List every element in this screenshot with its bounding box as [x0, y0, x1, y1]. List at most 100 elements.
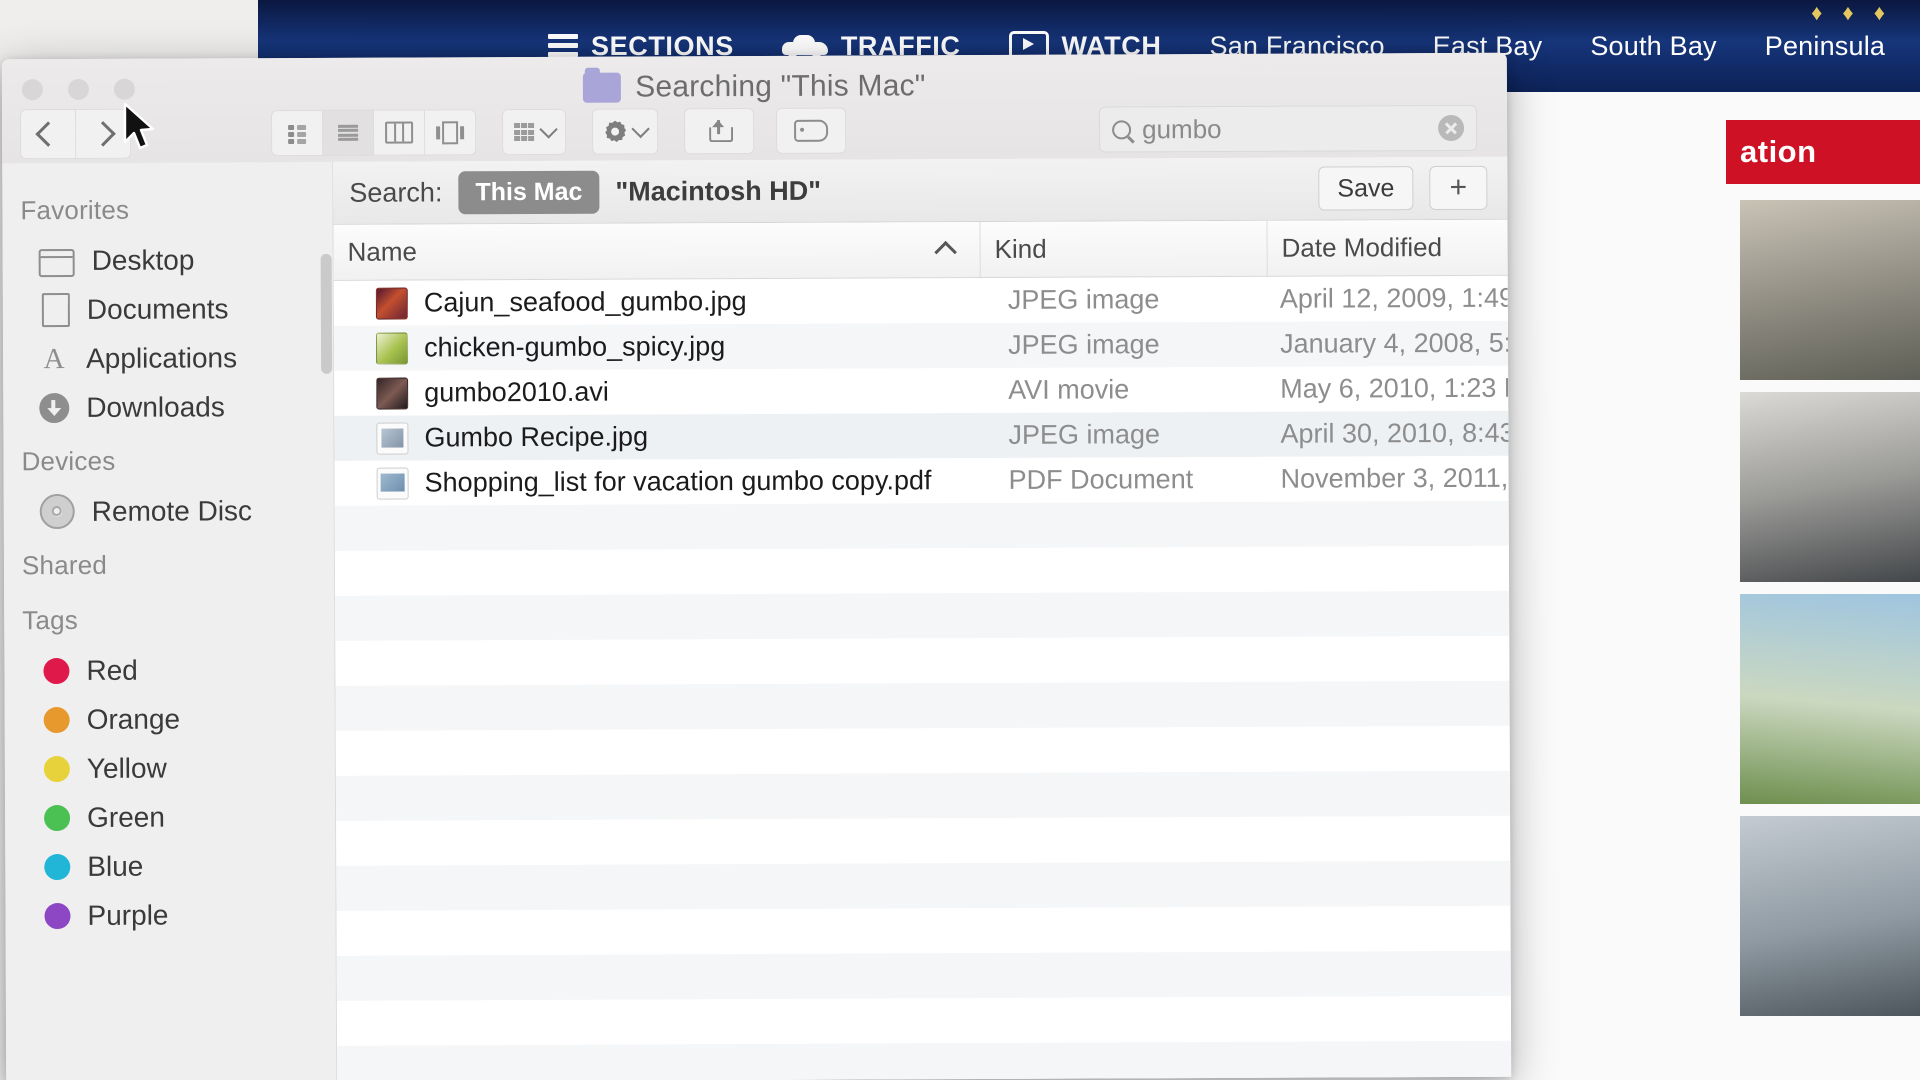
clear-search-button[interactable] [1438, 114, 1465, 142]
column-view-button[interactable] [373, 109, 426, 156]
empty-row [337, 1040, 1512, 1080]
search-field[interactable]: gumbo [1098, 104, 1478, 153]
sidebar-item-label: Orange [86, 703, 181, 735]
coverflow-icon [436, 120, 465, 144]
file-kind-cell: JPEG image [1007, 329, 1160, 360]
sidebar-item-remote-disc[interactable]: Remote Disc [4, 486, 334, 536]
empty-row [336, 726, 1510, 776]
forward-button[interactable] [75, 108, 132, 159]
sidebar-scrollbar[interactable] [320, 253, 333, 374]
close-button[interactable] [21, 79, 43, 101]
sidebar-item-desktop[interactable]: Desktop [3, 235, 333, 285]
tag-color-dot-red [43, 657, 70, 684]
hamburger-icon [548, 34, 578, 58]
back-button[interactable] [19, 108, 77, 160]
document-thumbnail-pdf-icon [376, 467, 409, 500]
file-kind-cell: PDF Document [1008, 464, 1194, 495]
search-scope-bar: Search: This Mac "Macintosh HD" Save + [333, 156, 1508, 225]
file-kind-cell: JPEG image [1008, 419, 1161, 450]
column-header-kind-label: Kind [994, 233, 1047, 264]
window-title: Searching "This Mac" [635, 69, 926, 104]
arrange-button[interactable] [501, 108, 567, 156]
table-row[interactable]: Shopping_list for vacation gumbo copy.pd… [335, 456, 1509, 506]
folder-icon [583, 72, 622, 103]
file-date-cell: January 4, 2008, 5:32 P [1279, 327, 1509, 359]
sidebar-item-blue[interactable]: Blue [5, 841, 335, 891]
table-row[interactable]: Cajun_seafood_gumbo.jpg JPEG image April 1… [334, 276, 1508, 326]
empty-row [336, 816, 1510, 866]
zoom-button[interactable] [113, 78, 135, 100]
sidebar-section-tags: Tags [22, 604, 79, 636]
action-menu[interactable] [591, 108, 659, 155]
save-search-button[interactable]: Save [1318, 166, 1414, 211]
tag-icon [794, 119, 829, 142]
window-controls[interactable] [21, 78, 135, 101]
file-name-cell: gumbo2010.avi [334, 374, 1008, 410]
search-icon [1112, 119, 1132, 139]
table-row[interactable]: chicken-gumbo_spicy.jpg JPEG image January… [333, 320, 1509, 371]
navigation-buttons [19, 108, 132, 160]
chevron-right-icon [90, 121, 116, 147]
sidebar-item-applications[interactable]: A Applications [3, 333, 333, 383]
file-name-cell: Shopping_list for vacation gumbo copy.pd… [335, 464, 1009, 500]
site-nav-item-label: South Bay [1590, 30, 1717, 61]
search-input[interactable]: gumbo [1142, 113, 1427, 145]
site-nav-item-label: Peninsula [1764, 30, 1886, 61]
applications-icon: A [43, 342, 65, 375]
sidebar-item-label: Red [86, 654, 138, 686]
column-header-name-label: Name [347, 236, 418, 267]
share-button[interactable] [683, 108, 755, 155]
decorative-glyphs: ♦ ♦ ♦ [1811, 0, 1892, 25]
sidebar-item-label: Blue [87, 850, 144, 882]
scope-option-macintosh-hd[interactable]: "Macintosh HD" [615, 175, 821, 207]
column-header-date[interactable]: Date Modified [1267, 220, 1507, 276]
edit-tags-button[interactable] [775, 107, 847, 154]
site-nav-item-peninsula[interactable]: Peninsula [1765, 31, 1885, 62]
sidebar-section-favorites: Favorites [20, 194, 130, 226]
icon-view-button[interactable] [270, 109, 324, 157]
table-row[interactable]: Gumbo Recipe.jpg JPEG image April 30, 2010… [334, 410, 1509, 461]
file-name-label: Cajun_seafood_gumbo.jpg [423, 286, 747, 318]
column-header-kind[interactable]: Kind [980, 220, 1268, 278]
share-group [683, 108, 755, 155]
sidebar-item-downloads[interactable]: Downloads [3, 382, 333, 432]
sidebar-item-label: Green [87, 801, 165, 833]
arrange-menu[interactable] [501, 108, 567, 156]
chevron-left-icon [35, 121, 61, 147]
sidebar-item-red[interactable]: Red [4, 645, 334, 695]
site-photo-1 [1740, 200, 1920, 380]
sidebar-section-shared: Shared [21, 549, 108, 581]
sidebar-section-devices: Devices [21, 445, 116, 477]
sidebar-item-orange[interactable]: Orange [5, 694, 335, 744]
minimize-button[interactable] [67, 78, 89, 100]
list-view-button[interactable] [322, 109, 375, 156]
coverflow-view-button[interactable] [424, 109, 477, 156]
add-criterion-button[interactable]: + [1429, 165, 1488, 211]
action-button[interactable] [591, 108, 659, 155]
file-name-cell: Gumbo Recipe.jpg [334, 419, 1008, 455]
empty-row [336, 860, 1511, 911]
site-nav-item-south-bay[interactable]: South Bay [1590, 31, 1716, 62]
sidebar-item-label: Yellow [86, 752, 167, 784]
sidebar-item-yellow[interactable]: Yellow [5, 743, 335, 793]
tag-color-dot-yellow [43, 755, 70, 782]
table-row[interactable]: gumbo2010.avi AVI movie May 6, 2010, 1:23 … [334, 366, 1508, 416]
tag-color-dot-blue [44, 853, 71, 880]
empty-row [335, 636, 1509, 686]
file-kind-cell: AVI movie [1008, 374, 1130, 405]
empty-row [336, 906, 1510, 956]
sidebar-item-label: Purple [87, 899, 169, 931]
movie-thumbnail-icon [376, 377, 409, 410]
sidebar-item-documents[interactable]: Documents [3, 284, 333, 334]
list-icon [338, 124, 359, 141]
scope-option-this-mac[interactable]: This Mac [458, 170, 600, 214]
sidebar-item-green[interactable]: Green [5, 792, 335, 842]
sidebar-item-purple[interactable]: Purple [5, 890, 335, 940]
file-name-label: Shopping_list for vacation gumbo copy.pd… [424, 465, 932, 498]
column-header-name[interactable]: Name [333, 222, 981, 280]
disc-icon [39, 493, 75, 530]
file-name-label: Gumbo Recipe.jpg [424, 421, 649, 453]
grid-icon [287, 124, 307, 144]
window-titlebar[interactable]: Searching "This Mac" gumbo [1, 52, 1508, 165]
document-thumbnail-jpg-icon [376, 422, 409, 455]
